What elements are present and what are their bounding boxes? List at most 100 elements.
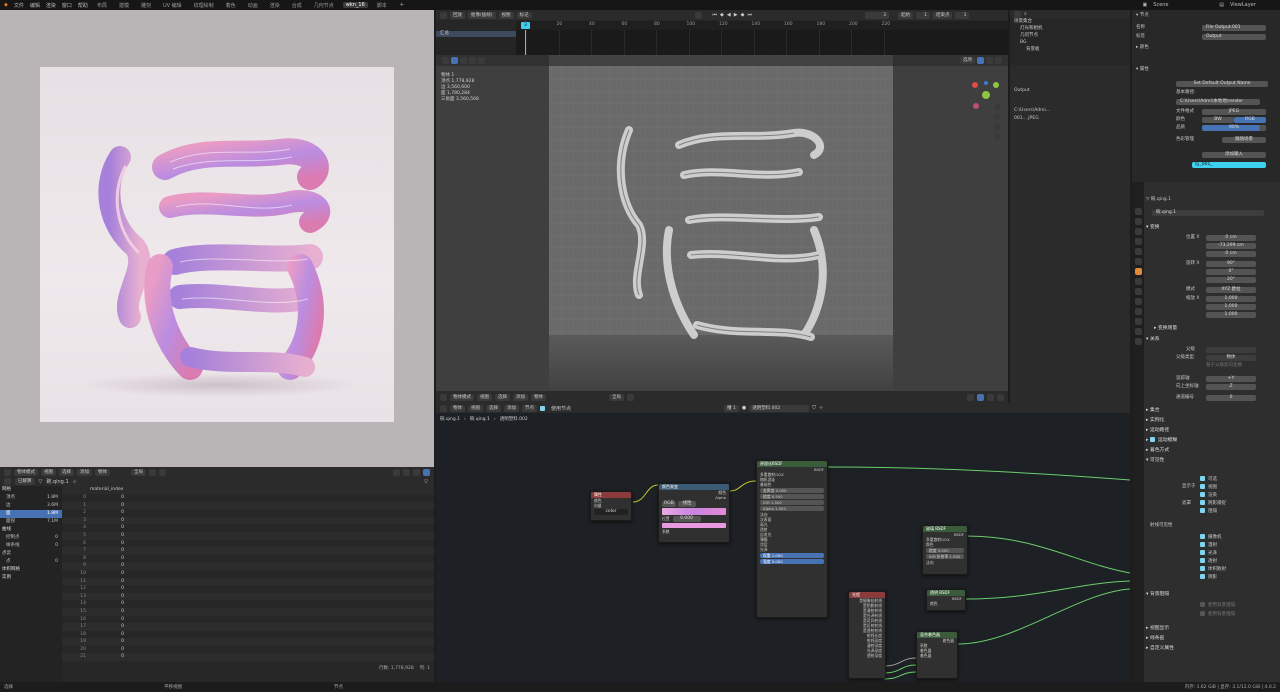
holdout-row[interactable]: 使用背景阻隔 — [1200, 602, 1272, 609]
tl-menu-view[interactable]: 视图 — [498, 11, 514, 19]
viewlayer-selector[interactable]: ViewLayer — [1230, 2, 1280, 8]
rotation-mode-dropdown[interactable]: XYZ 欧拉 — [1206, 287, 1256, 293]
checkbox[interactable] — [1200, 500, 1205, 505]
vp-menu-object[interactable]: 物体 — [531, 393, 546, 401]
workspace-tab-layout[interactable]: 布局 — [94, 2, 110, 9]
camera-view-icon[interactable] — [994, 123, 1001, 130]
select-box-icon[interactable] — [442, 57, 449, 64]
file-format-dropdown[interactable]: JPEG — [1202, 109, 1266, 115]
start-frame-field[interactable]: 1 — [915, 11, 930, 19]
attribute-node[interactable]: 属性 颜色 向量 color — [590, 491, 632, 521]
outliner-item-bg[interactable]: BG — [1010, 39, 1130, 46]
workspace-tab-compositing[interactable]: 合成 — [289, 2, 305, 9]
tool-tab-icon[interactable] — [1134, 208, 1142, 215]
object-tab-icon[interactable] — [1134, 268, 1142, 275]
timeline-editor-icon[interactable] — [440, 11, 447, 19]
record-icon[interactable] — [694, 11, 702, 19]
props-section[interactable]: ▸ 运动模糊 — [1146, 436, 1177, 443]
tl-menu-playback[interactable]: 回放 — [450, 11, 465, 19]
location-z-field[interactable]: 0 cm — [1206, 251, 1256, 257]
checkbox-row[interactable]: 摄像机 — [1200, 534, 1272, 541]
outliner-search-icon[interactable]: ⌕ — [1024, 11, 1027, 17]
node-section-header[interactable]: ▾ 节点 — [1136, 12, 1272, 19]
play-reverse-icon[interactable]: ◀ — [727, 12, 731, 18]
checkbox[interactable] — [1200, 508, 1205, 513]
menu-edit[interactable]: 编辑 — [30, 2, 40, 9]
menu-window[interactable]: 窗口 — [62, 2, 72, 9]
view-layer-tab-icon[interactable] — [1134, 238, 1142, 245]
overlay-icon[interactable] — [393, 468, 400, 476]
tree-item[interactable]: 顶点 1.8M — [0, 494, 62, 502]
checkbox[interactable] — [1200, 492, 1205, 497]
workspace-tab-texture[interactable]: 纹理绘制 — [191, 2, 217, 9]
tree-item[interactable]: 边 3.6M — [0, 502, 62, 510]
props-bottom-section[interactable]: ▸ 线条画 — [1146, 634, 1164, 641]
mix-shader-node[interactable]: 混合着色器 着色器 系数 着色器 着色器 — [916, 631, 958, 679]
pan-hand-icon[interactable] — [994, 113, 1001, 120]
checkbox-row[interactable]: 阻隔 — [1200, 508, 1272, 515]
transform-section[interactable]: ▾ 变换 — [1146, 223, 1160, 230]
checkbox[interactable] — [1200, 476, 1205, 481]
settings-icon[interactable] — [995, 57, 1002, 64]
checkbox-row[interactable]: 渲染 — [1200, 492, 1272, 499]
color-mode-rgb[interactable]: RGB — [1234, 117, 1266, 123]
end-frame-field[interactable]: 1 — [955, 11, 970, 19]
rotation-y-field[interactable]: 0° — [1206, 269, 1256, 275]
node-label-field[interactable]: Output — [1202, 34, 1266, 40]
vp-menu-select[interactable]: 选择 — [495, 393, 510, 401]
current-frame-field[interactable]: 3 — [864, 11, 889, 19]
color-mode-bw[interactable]: BW — [1202, 117, 1234, 123]
checkbox[interactable] — [1200, 534, 1205, 539]
ramp-pos-field[interactable]: 0.000 — [672, 516, 701, 522]
scale-y-field[interactable]: 1.000 — [1206, 304, 1256, 310]
tree-item[interactable]: 面拐 7.1M — [0, 518, 62, 526]
holdout-checkbox[interactable] — [1200, 602, 1205, 607]
select-invert-icon[interactable] — [478, 57, 485, 64]
filter-icon[interactable]: ▽ — [424, 479, 428, 485]
up-axis-dropdown[interactable]: Z — [1206, 384, 1256, 390]
outliner-item-geonodes[interactable]: 几何节点 — [1010, 32, 1130, 39]
add-input-button[interactable]: 添加输入 — [1202, 152, 1266, 158]
next-key-icon[interactable]: ◆ — [741, 12, 745, 18]
checkbox-row[interactable]: 体积散射 — [1200, 566, 1272, 573]
checkbox[interactable] — [1200, 484, 1205, 489]
attribute-name-field[interactable]: color — [594, 509, 628, 515]
zoom-icon[interactable] — [994, 103, 1001, 110]
shading-material-icon[interactable] — [413, 468, 420, 476]
tree-item[interactable]: 点云 — [0, 550, 62, 558]
particles-tab-icon[interactable] — [1134, 288, 1142, 295]
holdout-section[interactable]: ▾ 背景阻隔 — [1146, 590, 1169, 597]
menu-file[interactable]: 文件 — [14, 2, 24, 9]
checkbox-row[interactable]: 漫射 — [1200, 542, 1272, 549]
output-tab-icon[interactable] — [1134, 228, 1142, 235]
vp-shading-material-icon[interactable] — [987, 393, 994, 401]
node-props-section[interactable]: ▾ 属性 — [1136, 66, 1272, 73]
shading-render-icon[interactable] — [423, 468, 430, 476]
object-name-field[interactable]: 碗.qing.1 — [1152, 210, 1264, 216]
constraints-tab-icon[interactable] — [1134, 308, 1142, 315]
props-section[interactable]: ▸ 集合 — [1146, 406, 1160, 413]
playhead[interactable] — [524, 30, 526, 55]
checkbox-row[interactable]: 可选 — [1200, 476, 1272, 483]
checkbox[interactable] — [1200, 566, 1205, 571]
holdout-checkbox[interactable] — [1200, 611, 1205, 616]
delta-transform-section[interactable]: ▸ 变换增量 — [1154, 324, 1177, 331]
tree-item[interactable]: 实例 — [0, 574, 62, 582]
menu-render[interactable]: 渲染 — [46, 2, 56, 9]
render-menu-object[interactable]: 物体 — [95, 468, 110, 476]
add-workspace-icon[interactable]: + — [400, 2, 404, 8]
props-bottom-section[interactable]: ▸ 视图显示 — [1146, 624, 1169, 631]
shading-solid-icon[interactable] — [403, 468, 410, 476]
tree-item[interactable]: 控制点 0 — [0, 534, 62, 542]
workspace-tab-animation[interactable]: 动画 — [245, 2, 261, 9]
props-bottom-section[interactable]: ▸ 自定义属性 — [1146, 644, 1174, 651]
gizmo-toggle-icon[interactable] — [977, 57, 984, 64]
base-path-field[interactable]: C:\Users\Admi\本地地\render — [1176, 99, 1260, 105]
tree-item[interactable]: 点0 — [0, 558, 62, 566]
pin-icon[interactable]: ⊹ — [73, 479, 77, 485]
gizmo-dropdown-icon[interactable] — [986, 57, 993, 64]
editor-type-icon[interactable] — [4, 468, 11, 476]
glass-bsdf-node[interactable]: 玻璃 BSDF BSDF 多重散射GGX 颜色 糙度 0.000 IOR 折射率 1.5… — [922, 525, 968, 575]
checkbox[interactable] — [1200, 542, 1205, 547]
ramp-mode-rgb[interactable]: RGB — [662, 501, 676, 507]
